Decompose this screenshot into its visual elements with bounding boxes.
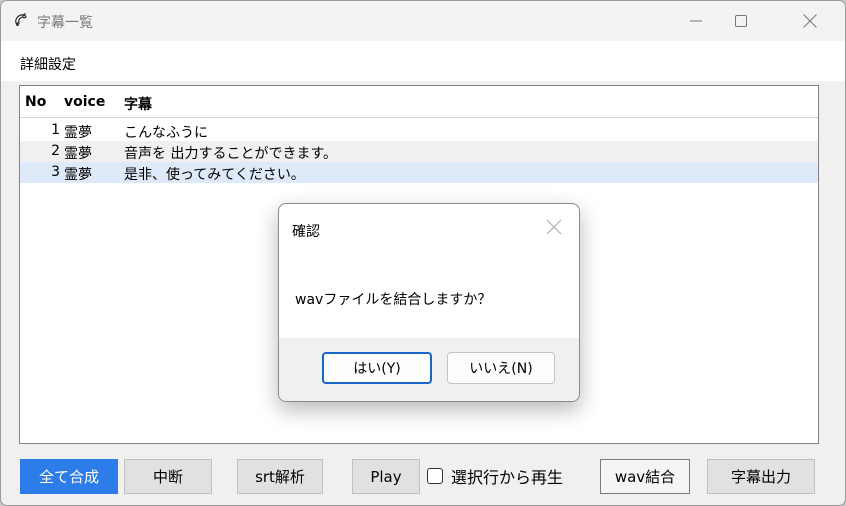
close-icon [546, 219, 562, 235]
play-button[interactable]: Play [352, 459, 420, 494]
row-voice: 霊夢 [64, 167, 92, 183]
dialog-message: wavファイルを結合しますか？ [295, 292, 492, 308]
row-no: 1 [51, 122, 60, 138]
wav-join-button[interactable]: wav結合 [600, 459, 690, 494]
app-icon [13, 12, 29, 28]
row-no: 3 [51, 164, 60, 180]
column-header-text[interactable]: 字幕 [124, 94, 152, 114]
table-row[interactable]: 2 霊夢 音声を 出力することができます。 [20, 141, 818, 162]
abort-button[interactable]: 中断 [124, 459, 212, 494]
table-header: No voice 字幕 [20, 86, 818, 118]
close-button[interactable] [781, 1, 839, 41]
row-no: 2 [51, 143, 60, 159]
title-bar: 字幕一覧 [1, 1, 845, 41]
maximize-button[interactable] [712, 1, 770, 41]
dialog-close-button[interactable] [545, 218, 563, 236]
table-row-selected[interactable]: 3 霊夢 是非、使ってみてください。 [20, 162, 818, 183]
row-voice: 霊夢 [64, 125, 92, 141]
play-from-selected-checkbox[interactable] [427, 468, 443, 484]
play-from-selected-label[interactable]: 選択行から再生 [451, 464, 563, 488]
column-header-no[interactable]: No [25, 94, 46, 110]
maximize-icon [735, 15, 747, 27]
confirm-dialog: 確認 wavファイルを結合しますか？ はい(Y) いいえ(N) [278, 203, 580, 402]
dialog-title: 確認 [292, 224, 320, 240]
row-voice: 霊夢 [64, 146, 92, 162]
dialog-no-button[interactable]: いいえ(N) [447, 352, 555, 384]
synthesize-all-button[interactable]: 全て合成 [20, 459, 118, 494]
subtitle-list-window: 字幕一覧 詳細設定 No voice 字幕 1 霊夢 こんなふうに 2 霊夢 音… [0, 0, 846, 506]
menu-bar: 詳細設定 [1, 41, 845, 81]
row-text: 音声を 出力することができます。 [124, 146, 338, 162]
window-title: 字幕一覧 [37, 15, 93, 31]
play-from-selected-option[interactable]: 選択行から再生 [427, 464, 563, 488]
row-text: こんなふうに [124, 125, 208, 141]
menu-item-advanced-settings[interactable]: 詳細設定 [20, 54, 76, 74]
srt-parse-button[interactable]: srt解析 [237, 459, 323, 494]
column-header-voice[interactable]: voice [64, 94, 105, 110]
subtitle-output-button[interactable]: 字幕出力 [707, 459, 815, 494]
table-row[interactable]: 1 霊夢 こんなふうに [20, 120, 818, 141]
minimize-icon [690, 20, 702, 22]
dialog-footer: はい(Y) いいえ(N) [279, 338, 579, 401]
close-icon [803, 14, 817, 28]
dialog-yes-button[interactable]: はい(Y) [322, 352, 432, 384]
row-text: 是非、使ってみてください。 [124, 167, 305, 183]
